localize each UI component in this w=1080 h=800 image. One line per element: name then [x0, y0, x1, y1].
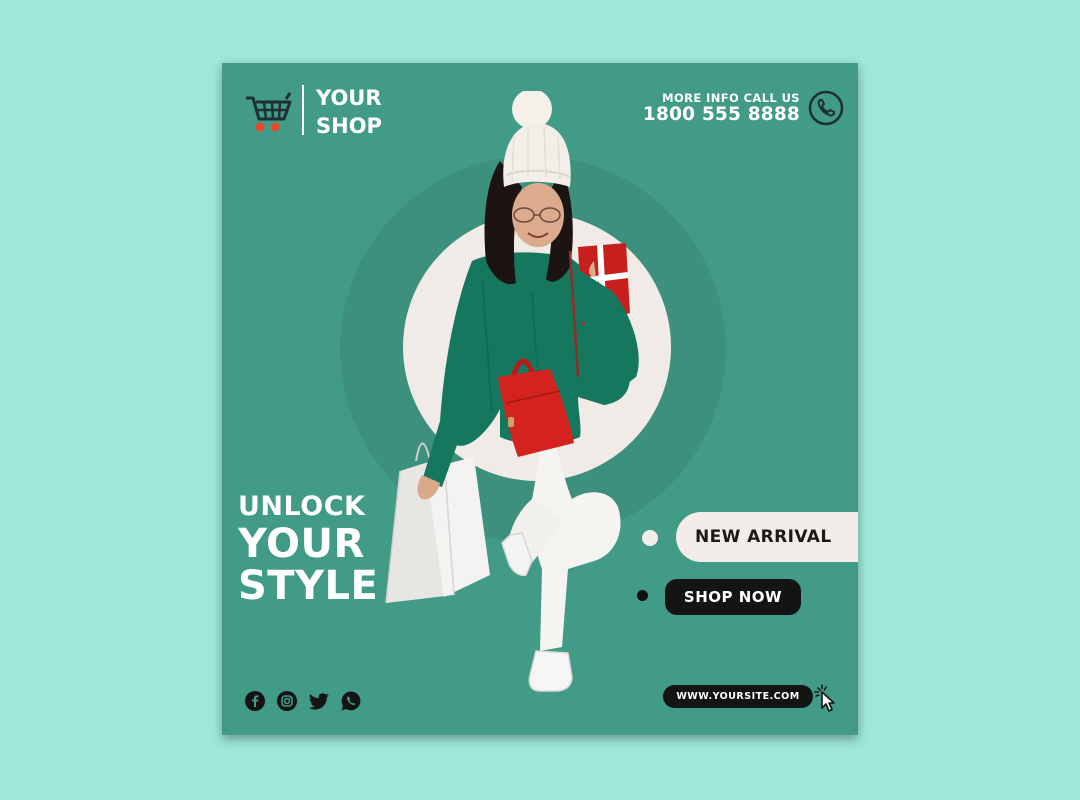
headline: UNLOCK YOUR STYLE: [238, 491, 378, 607]
instagram-icon[interactable]: [276, 690, 298, 712]
contact-label: MORE INFO CALL US: [662, 91, 800, 105]
model-photo: [385, 91, 639, 692]
shopping-cart-icon: [246, 92, 292, 132]
contact-phone-number[interactable]: 1800 555 8888: [643, 104, 800, 125]
cursor-click-icon: [814, 684, 835, 712]
shop-now-button[interactable]: SHOP NOW: [665, 579, 801, 615]
logo-divider: [302, 85, 304, 135]
headline-line-3: STYLE: [238, 563, 379, 609]
promo-card: YOUR SHOP MORE INFO CALL US 1800 555 888…: [222, 63, 858, 735]
social-links: [244, 690, 362, 712]
phone-icon[interactable]: [808, 90, 844, 126]
headline-line-2: YOUR: [238, 521, 365, 567]
whatsapp-icon[interactable]: [340, 690, 362, 712]
website-link[interactable]: WWW.YOURSITE.COM: [663, 685, 813, 708]
new-arrival-button[interactable]: NEW ARRIVAL: [676, 512, 858, 562]
facebook-icon[interactable]: [244, 690, 266, 712]
decorative-dot: [642, 530, 658, 546]
twitter-icon[interactable]: [308, 690, 330, 712]
headline-line-1: UNLOCK: [238, 491, 366, 522]
decorative-dot: [637, 590, 648, 601]
